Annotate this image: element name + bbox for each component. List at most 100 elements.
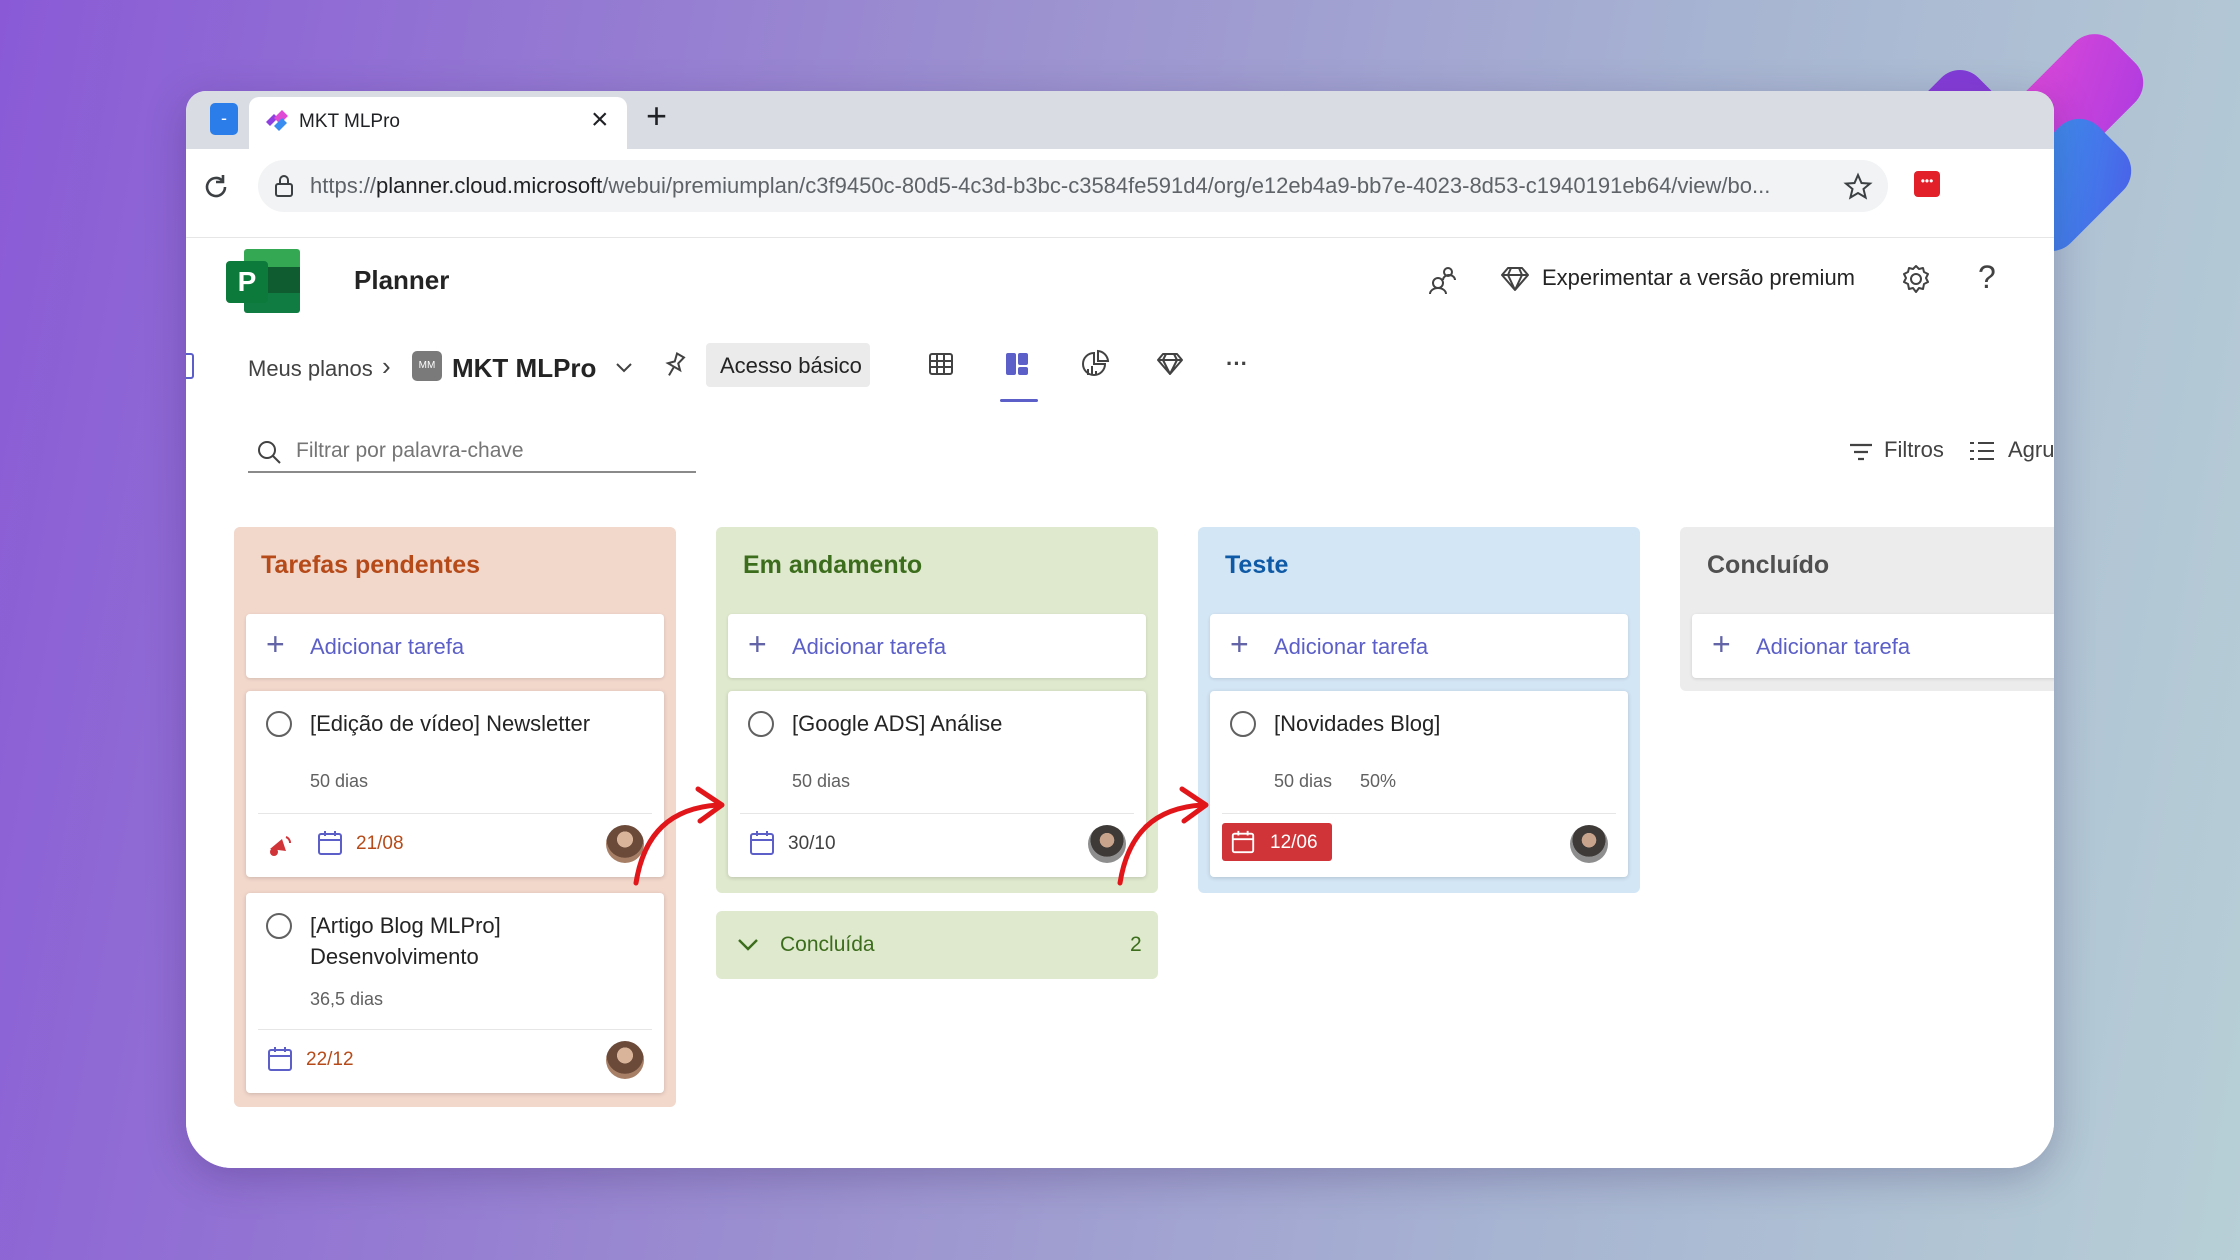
- help-icon[interactable]: ?: [1978, 259, 1996, 296]
- new-tab-icon[interactable]: +: [646, 95, 667, 137]
- tab-bar: - MKT MLPro × +: [186, 91, 2054, 149]
- bucket-title[interactable]: Tarefas pendentes: [261, 551, 480, 580]
- task-card[interactable]: [Edição de vídeo] Newsletter 50 dias 21/…: [246, 691, 664, 877]
- workspace-button[interactable]: -: [210, 103, 238, 135]
- board: Tarefas pendentes + Adicionar tarefa [Ed…: [186, 527, 2054, 1168]
- task-duration: 50 dias: [792, 771, 851, 791]
- card-divider: [258, 1029, 652, 1030]
- task-card[interactable]: [Google ADS] Análise 50 dias 30/10: [728, 691, 1146, 877]
- premium-diamond-view-icon[interactable]: [1156, 351, 1184, 377]
- plan-badge: MM: [412, 351, 442, 381]
- access-level-badge[interactable]: Acesso básico: [706, 343, 870, 387]
- bucket-tarefas-pendentes: Tarefas pendentes + Adicionar tarefa [Ed…: [234, 527, 676, 1107]
- url-field[interactable]: https://planner.cloud.microsoft/webui/pr…: [258, 160, 1888, 212]
- premium-trial-link[interactable]: Experimentar a versão premium: [1542, 265, 1855, 291]
- task-progress: 50%: [1360, 771, 1397, 791]
- app-name: Planner: [354, 265, 450, 295]
- plus-icon: +: [748, 626, 767, 662]
- reload-icon[interactable]: [200, 171, 232, 203]
- due-date: 12/06: [1270, 832, 1318, 853]
- plus-icon: +: [266, 626, 285, 662]
- bucket-teste: Teste + Adicionar tarefa [Novidades Blog…: [1198, 527, 1640, 893]
- task-duration: 36,5 dias: [310, 989, 384, 1009]
- completed-count: 2: [1130, 933, 1142, 956]
- plus-icon: +: [1712, 626, 1731, 662]
- calendar-icon: [318, 831, 342, 855]
- bucket-title[interactable]: Em andamento: [743, 551, 922, 580]
- search-input[interactable]: [294, 435, 688, 467]
- plus-icon: +: [1230, 626, 1249, 662]
- browser-tab[interactable]: MKT MLPro ×: [249, 97, 627, 149]
- breadcrumb-chevron-icon: ›: [382, 351, 391, 381]
- assignee-avatar[interactable]: [1570, 825, 1608, 863]
- overdue-date-badge: 12/06: [1222, 823, 1332, 861]
- settings-gear-icon[interactable]: [1900, 263, 1932, 295]
- calendar-icon: [1231, 830, 1255, 854]
- add-task-button[interactable]: + Adicionar tarefa: [728, 614, 1146, 678]
- address-bar: https://planner.cloud.microsoft/webui/pr…: [186, 149, 2054, 238]
- bookmark-star-icon[interactable]: [1843, 172, 1873, 202]
- task-title: [Novidades Blog]: [1274, 711, 1441, 736]
- group-by-button[interactable]: Agru: [2008, 437, 2054, 463]
- card-divider: [258, 813, 652, 814]
- side-panel-toggle-icon[interactable]: [186, 353, 194, 379]
- task-title: [Edição de vídeo] Newsletter: [310, 711, 591, 736]
- chevron-down-icon[interactable]: [614, 361, 634, 375]
- completed-tasks-toggle[interactable]: Concluída 2: [716, 911, 1158, 979]
- pin-icon[interactable]: [662, 351, 688, 379]
- filters-button[interactable]: Filtros: [1884, 437, 1944, 463]
- annotation-arrow-icon: [1117, 786, 1209, 886]
- chevron-down-icon: [738, 939, 758, 951]
- complete-task-checkbox[interactable]: [1230, 711, 1256, 737]
- due-date: 21/08: [356, 833, 404, 854]
- priority-alert-icon: [270, 836, 291, 856]
- bucket-concluido: Concluído + Adicionar tarefa: [1680, 527, 2054, 691]
- url-text: https://planner.cloud.microsoft/webui/pr…: [310, 173, 1771, 198]
- share-people-icon[interactable]: [1426, 263, 1460, 297]
- app-header: P Planner Experimentar a versão premium …: [186, 239, 2054, 326]
- extension-icon[interactable]: •••: [1914, 171, 1940, 197]
- card-divider: [1222, 813, 1616, 814]
- task-title: [Google ADS] Análise: [792, 711, 1003, 736]
- plan-title[interactable]: MKT MLPro: [452, 353, 596, 384]
- task-card[interactable]: [Novidades Blog] 50 dias 50% 12/06: [1210, 691, 1628, 877]
- due-date: 22/12: [306, 1049, 354, 1070]
- bucket-title[interactable]: Teste: [1225, 551, 1288, 580]
- calendar-icon: [268, 1047, 292, 1071]
- due-date: 30/10: [788, 833, 836, 854]
- close-tab-icon[interactable]: ×: [591, 103, 609, 137]
- task-card[interactable]: [Artigo Blog MLPro] Desenvolvimento 36,5…: [246, 893, 664, 1093]
- task-duration: 50 dias: [310, 771, 369, 791]
- planner-logo-icon[interactable]: P: [224, 245, 304, 317]
- filter-icon[interactable]: [1848, 441, 1874, 463]
- complete-task-checkbox[interactable]: [266, 913, 292, 939]
- diamond-premium-icon[interactable]: [1500, 265, 1530, 293]
- add-task-button[interactable]: + Adicionar tarefa: [1210, 614, 1628, 678]
- filter-row: Filtros Agru: [186, 417, 2054, 527]
- complete-task-checkbox[interactable]: [266, 711, 292, 737]
- board-view-icon[interactable]: [1004, 351, 1030, 377]
- card-divider: [740, 813, 1134, 814]
- keyword-filter[interactable]: [248, 431, 696, 473]
- completed-label: Concluída: [780, 933, 875, 956]
- group-by-icon[interactable]: [1968, 439, 1996, 465]
- more-options-icon[interactable]: ···: [1226, 351, 1248, 377]
- tab-title: MKT MLPro: [299, 111, 401, 132]
- charts-view-icon[interactable]: [1080, 349, 1110, 379]
- svg-text:P: P: [238, 266, 257, 297]
- task-title: [Artigo Blog MLPro] Desenvolvimento: [310, 913, 501, 969]
- browser-window: - MKT MLPro × + https://planner.cloud.mi…: [186, 91, 2054, 1168]
- add-task-button[interactable]: + Adicionar tarefa: [1692, 614, 2054, 678]
- complete-task-checkbox[interactable]: [748, 711, 774, 737]
- add-task-button[interactable]: + Adicionar tarefa: [246, 614, 664, 678]
- board-view-active-indicator: [1000, 399, 1038, 402]
- bucket-em-andamento: Em andamento + Adicionar tarefa [Google …: [716, 527, 1158, 893]
- lock-icon[interactable]: [272, 173, 296, 199]
- grid-view-icon[interactable]: [928, 351, 954, 377]
- breadcrumb-my-plans[interactable]: Meus planos: [248, 356, 373, 382]
- task-duration: 50 dias: [1274, 771, 1333, 791]
- search-icon: [258, 441, 281, 464]
- assignee-avatar[interactable]: [606, 1041, 644, 1079]
- annotation-arrow-icon: [633, 786, 725, 886]
- bucket-title[interactable]: Concluído: [1707, 551, 1829, 580]
